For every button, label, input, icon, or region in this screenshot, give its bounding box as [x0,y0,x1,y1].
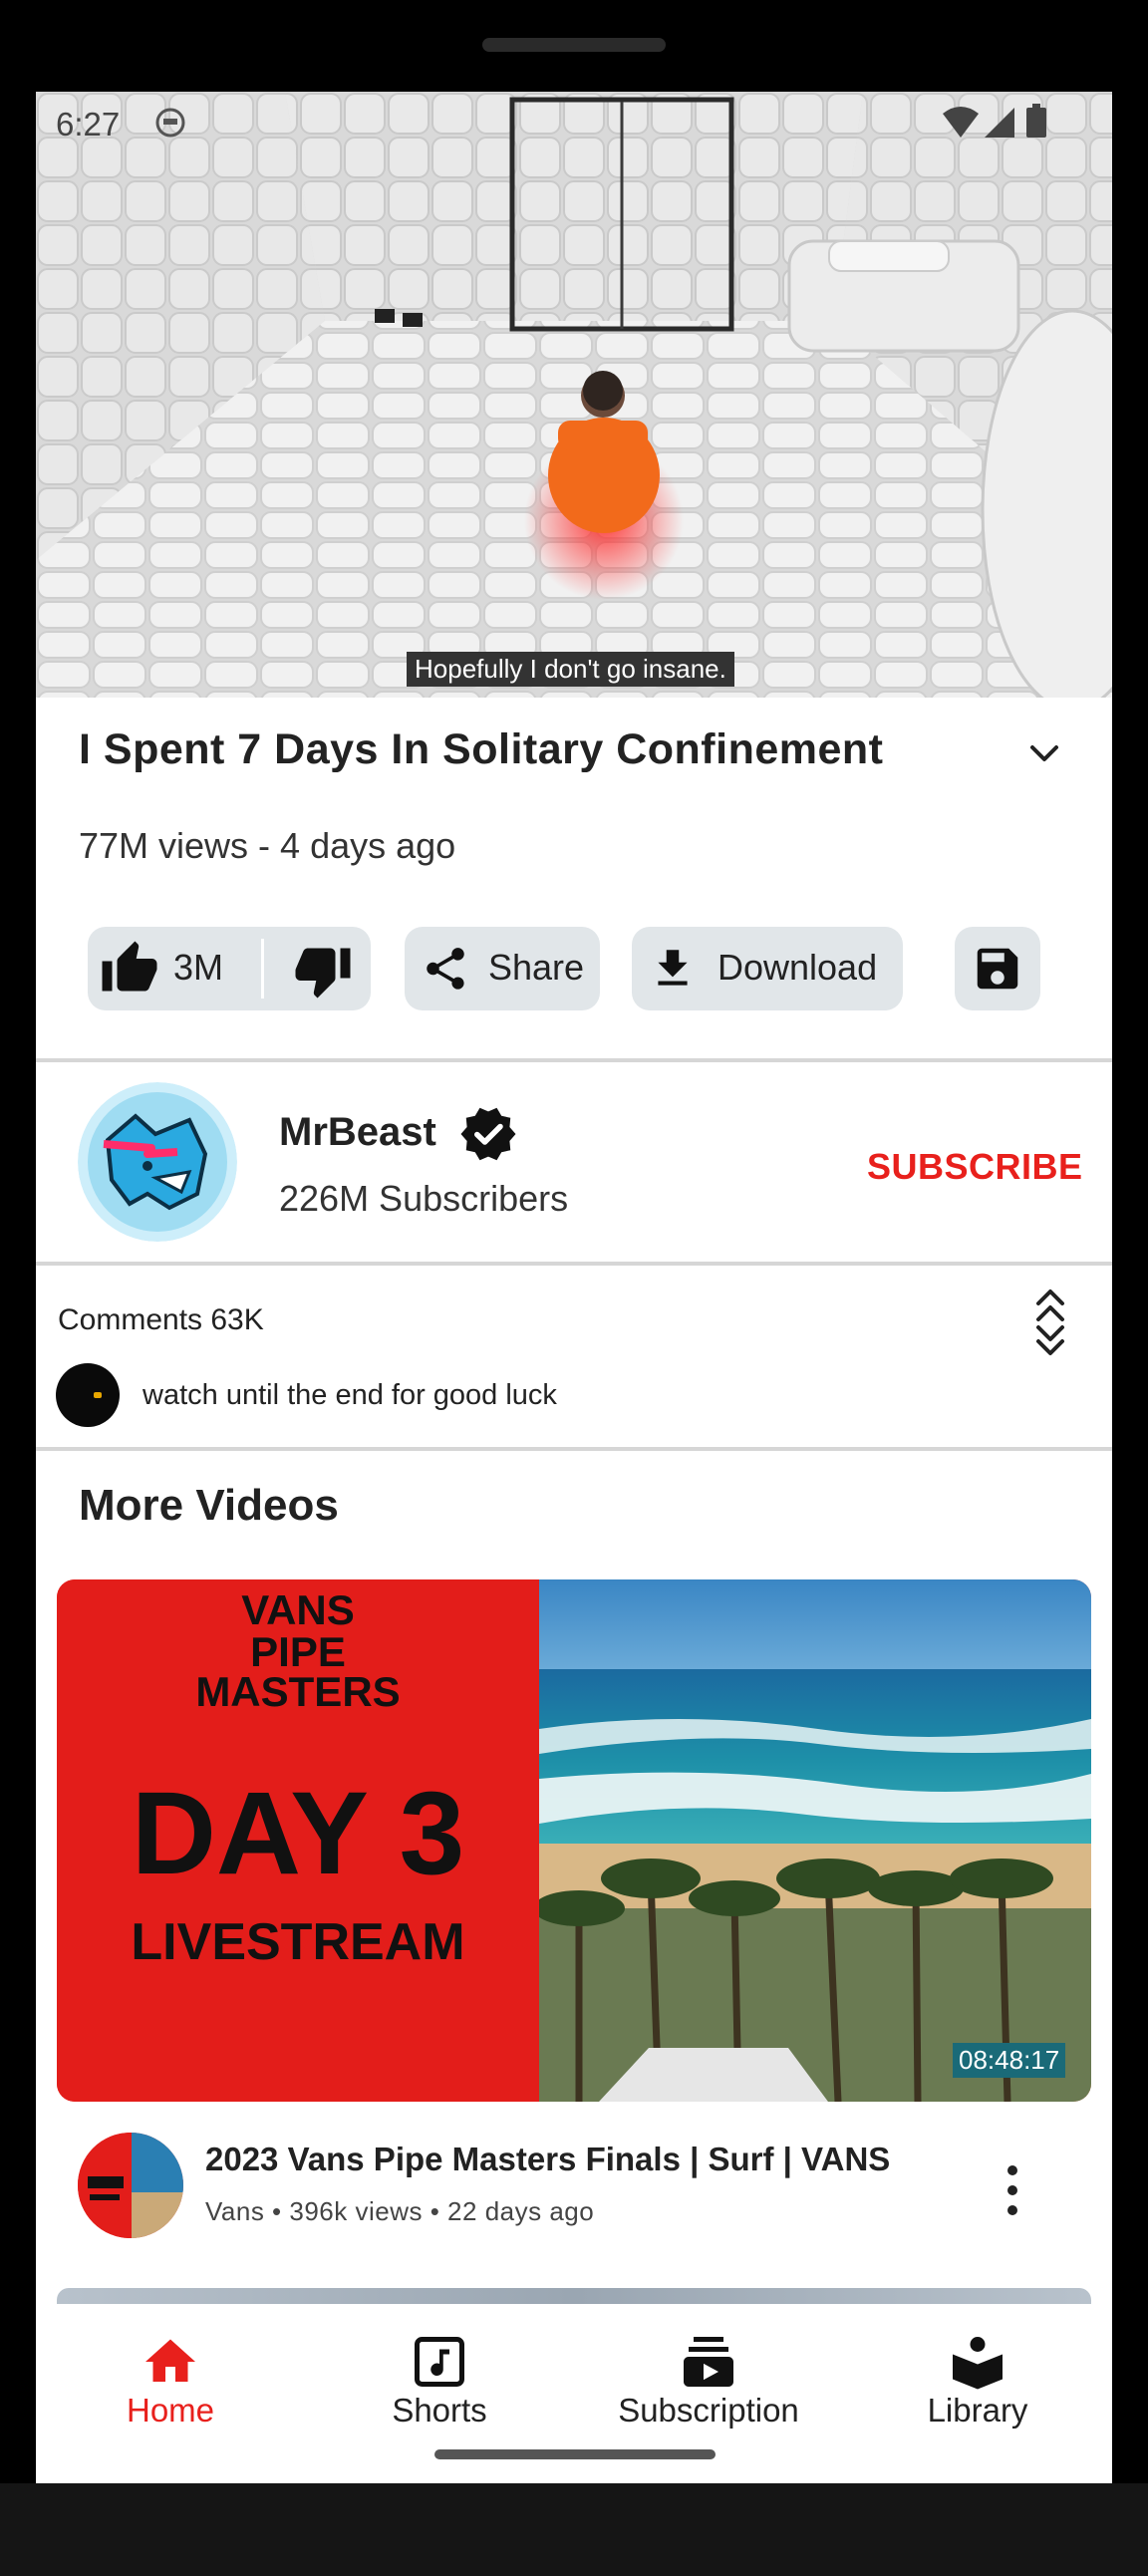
video-frame-image [36,92,1112,698]
thumbnail-left-panel: VANS PIPE MASTERS DAY 3 LIVESTREAM [57,1579,539,2102]
nav-shorts[interactable]: Shorts [305,2304,574,2453]
comments-header[interactable]: Comments 63K [58,1303,264,1337]
download-label: Download [718,947,878,988]
video-meta: 77M views - 4 days ago [79,825,456,866]
video-thumbnail[interactable]: VANS PIPE MASTERS DAY 3 LIVESTREAM [57,1579,1091,2102]
thumbnail-line2: MASTERS [195,1668,401,1715]
video-player[interactable]: 6:27 Hopefully I don't go insane. [36,92,1112,698]
speaker-grille [482,38,666,52]
video-duration: 08:48:17 [953,2043,1066,2078]
notification-icon [155,108,185,138]
home-indicator[interactable] [434,2449,716,2459]
avatar-mark [94,1392,102,1398]
video-item-meta: Vans • 396k views • 22 days ago [205,2196,595,2226]
more-options-icon[interactable] [1003,2160,1022,2220]
status-bar: 6:27 [36,92,1112,151]
divider [36,1447,1112,1451]
top-comment-text[interactable]: watch until the end for good luck [143,1379,557,1412]
save-icon [977,948,1018,990]
video-caption: Hopefully I don't go insane. [407,652,734,687]
battery-icon [1026,104,1046,138]
chevron-down-icon[interactable] [1020,729,1068,777]
app-screen: 6:27 Hopefully I don't go insane. I Spen… [36,92,1112,2483]
download-button[interactable]: Download [632,927,903,1010]
wifi-icon [943,107,979,138]
verified-badge-icon [460,1107,516,1161]
nav-library[interactable]: Library [843,2304,1112,2453]
share-icon [427,948,464,990]
subscription-icon [684,2337,733,2387]
status-time: 6:27 [56,106,121,143]
thumbs-up-icon[interactable] [100,939,159,999]
thumbnail-livestream: LIVESTREAM [131,1913,465,1971]
nav-subscription[interactable]: Subscription [574,2304,843,2453]
nav-label: Subscription [618,2392,799,2429]
thumbnail-line1: PIPE [250,1628,346,1675]
thumbnail-brand: VANS [241,1586,355,1633]
share-button[interactable]: Share [405,927,600,1010]
beach-image [539,1579,1091,2102]
signal-icon [985,108,1014,138]
download-icon [658,950,688,986]
save-button[interactable] [955,927,1040,1010]
pill-divider [261,939,264,999]
share-label: Share [488,947,585,988]
nav-label: Home [126,2392,215,2429]
video-item-title[interactable]: 2023 Vans Pipe Masters Finals | Surf | V… [205,2141,890,2178]
phone-chin [0,2483,1148,2576]
mrbeast-logo-icon [78,1082,237,1242]
channel-name[interactable]: MrBeast [279,1110,436,1155]
nav-label: Shorts [392,2392,487,2429]
nav-home[interactable]: Home [36,2304,305,2453]
vans-channel-avatar[interactable] [78,2133,183,2238]
home-icon [145,2339,195,2382]
subscribe-button[interactable]: SUBSCRIBE [867,1146,1083,1188]
like-count[interactable]: 3M [173,947,223,989]
divider [36,1262,1112,1266]
expand-comments-icon[interactable] [1032,1288,1068,1357]
vans-logo-icon [78,2133,183,2238]
subscriber-count: 226M Subscribers [279,1178,569,1219]
commenter-avatar[interactable] [56,1363,120,1427]
nav-label: Library [927,2392,1028,2429]
thumbnail-day: DAY 3 [131,1768,465,1899]
more-videos-heading: More Videos [79,1481,339,1530]
like-dislike-pill: 3M [88,927,371,1010]
thumbs-down-icon[interactable] [293,941,353,1001]
shorts-icon [415,2337,464,2387]
divider [36,1058,1112,1062]
channel-avatar[interactable] [78,1082,237,1242]
library-icon [953,2337,1003,2390]
video-title: I Spent 7 Days In Solitary Confinement [79,725,884,773]
